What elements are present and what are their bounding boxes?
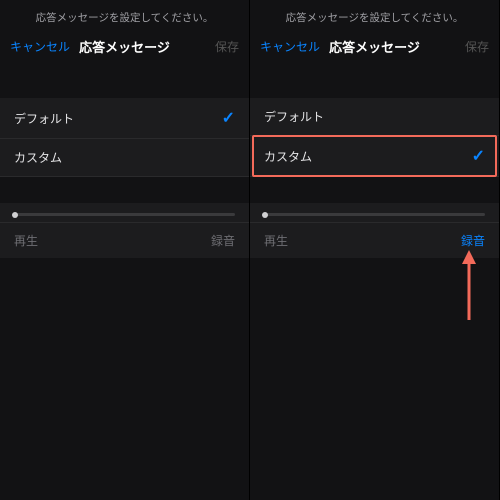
cancel-button[interactable]: キャンセル — [10, 38, 70, 55]
slider-knob[interactable] — [12, 212, 18, 218]
option-label: デフォルト — [264, 108, 324, 125]
instruction-text: 応答メッセージを設定してください。 — [250, 0, 499, 31]
save-button[interactable]: 保存 — [429, 38, 489, 55]
record-button[interactable]: 録音 — [211, 232, 235, 249]
option-default[interactable]: デフォルト — [250, 98, 499, 136]
navbar: キャンセル 応答メッセージ 保存 — [250, 31, 499, 70]
panel-left: 応答メッセージを設定してください。 キャンセル 応答メッセージ 保存 デフォルト… — [0, 0, 250, 500]
audio-slider[interactable] — [0, 203, 249, 223]
audio-controls: 再生 録音 — [250, 223, 499, 258]
checkmark-icon: ✓ — [222, 108, 235, 128]
spacer — [0, 177, 249, 203]
save-button[interactable]: 保存 — [179, 38, 239, 55]
option-label: カスタム — [14, 149, 62, 166]
slider-track — [264, 213, 485, 216]
spacer — [250, 177, 499, 203]
record-button[interactable]: 録音 — [461, 232, 485, 249]
page-title: 応答メッセージ — [320, 37, 429, 56]
play-button[interactable]: 再生 — [14, 232, 38, 249]
page-title: 応答メッセージ — [70, 37, 179, 56]
spacer — [0, 70, 249, 98]
play-button[interactable]: 再生 — [264, 232, 288, 249]
option-label: デフォルト — [14, 110, 74, 127]
checkmark-icon: ✓ — [472, 146, 485, 166]
instruction-text: 応答メッセージを設定してください。 — [0, 0, 249, 31]
option-custom[interactable]: カスタム — [0, 139, 249, 177]
option-label: カスタム — [264, 148, 312, 165]
audio-slider[interactable] — [250, 203, 499, 223]
slider-knob[interactable] — [262, 212, 268, 218]
spacer — [250, 70, 499, 98]
slider-track — [14, 213, 235, 216]
annotation-arrow-icon — [459, 250, 479, 320]
option-custom[interactable]: カスタム ✓ — [250, 136, 499, 177]
navbar: キャンセル 応答メッセージ 保存 — [0, 31, 249, 70]
option-default[interactable]: デフォルト ✓ — [0, 98, 249, 139]
audio-controls: 再生 録音 — [0, 223, 249, 258]
cancel-button[interactable]: キャンセル — [260, 38, 320, 55]
panel-right: 応答メッセージを設定してください。 キャンセル 応答メッセージ 保存 デフォルト… — [250, 0, 500, 500]
